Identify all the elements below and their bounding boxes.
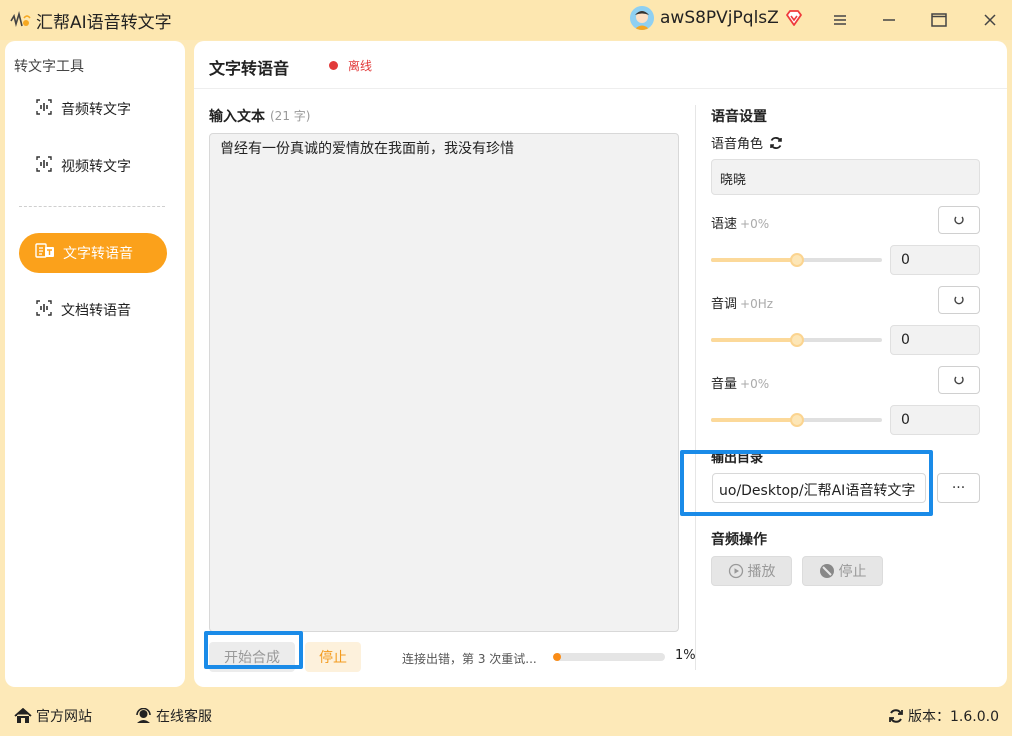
pitch-reset-button[interactable] <box>938 286 980 314</box>
home-icon <box>14 708 32 724</box>
voice-role-label-text: 语音角色 <box>711 137 764 152</box>
sidebar-divider <box>19 206 165 207</box>
pitch-slider[interactable] <box>711 333 882 347</box>
online-support-label: 在线客服 <box>156 709 212 725</box>
progress-bar <box>553 653 665 661</box>
reset-icon <box>954 376 964 385</box>
input-char-count: (21 字) <box>270 109 311 123</box>
start-synthesis-button[interactable]: 开始合成 <box>209 642 295 672</box>
version-info[interactable]: 版本：1.6.0.0 <box>888 706 999 726</box>
play-icon <box>728 563 744 579</box>
refresh-icon <box>888 708 904 724</box>
output-dir-input[interactable]: uo/Desktop/汇帮AI语音转文字 <box>712 473 926 503</box>
pitch-label: 音调 +0Hz <box>711 293 773 312</box>
document-wave-icon <box>35 299 53 321</box>
speed-slider-fill <box>711 258 797 262</box>
stop-label: 停止 <box>838 564 867 580</box>
pitch-slider-thumb[interactable] <box>789 333 804 347</box>
settings-panel: 语音设置 语音角色 晓晓 语速 +0% 0 音调 +0Hz 0 音量 +0% 0… <box>711 41 991 687</box>
audio-wave-icon <box>35 98 53 120</box>
sidebar-item-label: 音频转文字 <box>61 102 131 118</box>
menu-icon[interactable] <box>828 8 852 32</box>
stop-synthesis-button[interactable]: 停止 <box>305 642 361 672</box>
title-bar: 汇帮AI语音转文字 awS8PVjPqlsZ <box>0 0 1012 40</box>
pitch-label-text: 音调 <box>711 297 738 312</box>
text-input[interactable] <box>209 133 679 632</box>
speed-reset-button[interactable] <box>938 206 980 234</box>
page-title: 文字转语音 <box>209 59 290 78</box>
audio-ops-title: 音频操作 <box>711 532 767 548</box>
voice-role-label: 语音角色 <box>711 133 783 152</box>
browse-button[interactable]: ··· <box>937 473 980 503</box>
volume-slider-fill <box>711 418 797 422</box>
official-website-label: 官方网站 <box>36 709 92 725</box>
play-button[interactable]: 播放 <box>711 556 792 586</box>
app-title: 汇帮AI语音转文字 <box>36 12 172 33</box>
sidebar-item-text-to-speech[interactable]: 文字转语音 <box>19 233 167 273</box>
sidebar-item-label: 文档转语音 <box>61 303 131 319</box>
username[interactable]: awS8PVjPqlsZ <box>660 8 779 28</box>
volume-reset-button[interactable] <box>938 366 980 394</box>
official-website-link[interactable]: 官方网站 <box>14 706 92 726</box>
speed-hint: +0% <box>740 217 770 231</box>
audio-stop-button[interactable]: 停止 <box>802 556 883 586</box>
pitch-slider-fill <box>711 338 797 342</box>
sidebar: 转文字工具 音频转文字 视频转文字 文字转语音 文档转语音 <box>5 41 185 687</box>
output-dir-label: 输出目录 <box>711 451 764 466</box>
volume-slider[interactable] <box>711 413 882 427</box>
headset-icon <box>135 708 152 724</box>
online-support-link[interactable]: 在线客服 <box>135 706 212 726</box>
sidebar-item-audio-to-text[interactable]: 音频转文字 <box>19 89 167 129</box>
app-logo-icon <box>8 0 34 40</box>
vip-diamond-icon[interactable] <box>785 9 803 27</box>
sidebar-title: 转文字工具 <box>14 59 84 75</box>
stop-icon <box>819 563 835 579</box>
video-wave-icon <box>35 155 53 177</box>
volume-value-input[interactable]: 0 <box>890 405 980 435</box>
progress-fill <box>553 653 561 661</box>
play-label: 播放 <box>747 564 776 580</box>
speed-slider-thumb[interactable] <box>789 253 804 267</box>
status-dot <box>329 61 338 70</box>
sidebar-item-label: 视频转文字 <box>61 159 131 175</box>
maximize-icon[interactable] <box>927 8 951 32</box>
volume-label-text: 音量 <box>711 377 738 392</box>
text-to-speech-icon <box>35 242 55 264</box>
refresh-icon[interactable] <box>769 136 783 150</box>
speed-label-text: 语速 <box>711 217 738 232</box>
volume-label: 音量 +0% <box>711 373 769 392</box>
main-panel: 文字转语音 离线 输入文本 (21 字) 开始合成 停止 连接出错，第 3 次重… <box>194 41 1007 687</box>
minimize-icon[interactable] <box>877 8 901 32</box>
panel-divider <box>695 105 696 670</box>
status-badge: 离线 <box>348 59 373 73</box>
footer: 官方网站 在线客服 版本：1.6.0.0 <box>0 694 1012 736</box>
input-text-label: 输入文本 <box>209 109 265 125</box>
speed-label: 语速 +0% <box>711 213 769 232</box>
progress-percent: 1% <box>675 648 696 663</box>
sidebar-item-video-to-text[interactable]: 视频转文字 <box>19 146 167 186</box>
version-label: 版本：1.6.0.0 <box>908 709 999 725</box>
reset-icon <box>954 296 964 305</box>
user-profile[interactable]: awS8PVjPqlsZ <box>630 6 803 30</box>
progress-status-text: 连接出错，第 3 次重试... <box>402 652 537 666</box>
speed-value-input[interactable]: 0 <box>890 245 980 275</box>
pitch-hint: +0Hz <box>740 297 774 311</box>
speed-slider[interactable] <box>711 253 882 267</box>
avatar[interactable] <box>630 6 654 30</box>
sidebar-item-document-to-speech[interactable]: 文档转语音 <box>19 290 167 330</box>
pitch-value-input[interactable]: 0 <box>890 325 980 355</box>
voice-settings-title: 语音设置 <box>711 109 767 125</box>
volume-hint: +0% <box>740 377 770 391</box>
output-dir-path: uo/Desktop/汇帮AI语音转文字 <box>719 483 916 499</box>
sidebar-item-label: 文字转语音 <box>63 246 133 262</box>
reset-icon <box>954 216 964 225</box>
close-icon[interactable] <box>978 8 1002 32</box>
volume-slider-thumb[interactable] <box>789 413 804 427</box>
voice-role-select[interactable]: 晓晓 <box>711 159 980 195</box>
